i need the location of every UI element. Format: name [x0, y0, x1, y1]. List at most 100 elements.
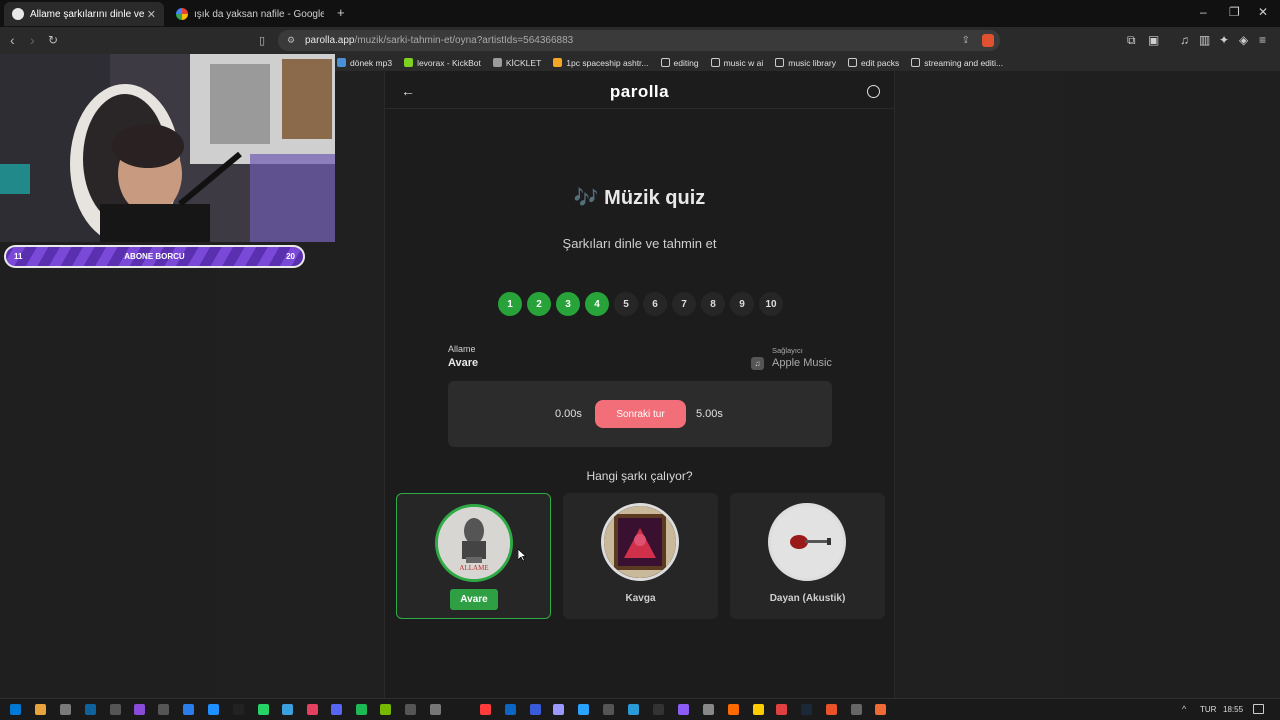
bookmark-folder[interactable]: music library — [775, 58, 836, 68]
taskbar-app-icon[interactable] — [753, 704, 764, 715]
taskbar-app-icon[interactable] — [578, 704, 589, 715]
taskbar-app-icon[interactable] — [430, 704, 441, 715]
bookmark-icon[interactable]: ▯ — [259, 34, 265, 47]
quiz-app: ← parolla 🎶 Müzik quiz Şarkıları dinle v… — [384, 71, 895, 698]
taskbar-app-icon[interactable] — [776, 704, 787, 715]
taskbar-app-icon[interactable] — [653, 704, 664, 715]
folder-icon — [775, 58, 785, 67]
taskbar-app-icon[interactable] — [703, 704, 714, 715]
taskbar-app-icon[interactable] — [801, 704, 812, 715]
taskbar-app-icon[interactable] — [282, 704, 293, 715]
bookmark-favicon-icon — [337, 58, 346, 67]
app-header: ← parolla — [385, 71, 894, 109]
taskbar-app-icon[interactable] — [603, 704, 614, 715]
round-2: 2 — [527, 292, 551, 316]
bookmark-item[interactable]: KİCKLET — [492, 58, 541, 68]
extensions-icon[interactable]: ⧉ — [1127, 33, 1136, 48]
sidebar-icon[interactable]: ▥ — [1199, 33, 1210, 47]
webcam-image — [0, 54, 335, 242]
bookmark-folder[interactable]: edit packs — [847, 58, 899, 68]
answer-option-avare[interactable]: ALLAME Avare — [396, 493, 551, 619]
subscriber-goal-bar: 11 ABONE BORCU 20 — [4, 245, 305, 268]
taskbar-app-icon[interactable] — [85, 704, 96, 715]
minimize-icon[interactable]: – — [1200, 5, 1207, 19]
taskbar-app-icon[interactable] — [480, 704, 491, 715]
taskbar-app-icon[interactable] — [505, 704, 516, 715]
taskbar-app-icon[interactable] — [183, 704, 194, 715]
tab-allame[interactable]: Allame şarkılarını dinle ve tahmin ✕ — [4, 2, 164, 26]
provider-name[interactable]: Apple Music — [772, 357, 832, 369]
reload-icon[interactable]: ↻ — [48, 33, 58, 47]
notification-icon[interactable] — [1253, 704, 1264, 714]
back-icon[interactable]: ‹ — [10, 32, 15, 48]
taskbar-app-icon[interactable] — [331, 704, 342, 715]
new-tab-icon[interactable]: + — [337, 5, 345, 20]
bookmark-item[interactable]: 1pc spaceship ashtr... — [553, 58, 649, 68]
goal-target: 20 — [286, 252, 295, 261]
round-9: 9 — [730, 292, 754, 316]
tab-google[interactable]: ışık da yaksan nafile - Google'da Ara — [168, 2, 332, 26]
share-icon[interactable]: ⇪ — [962, 35, 970, 46]
taskbar-app-icon[interactable] — [208, 704, 219, 715]
media-icon[interactable]: ♫ — [1180, 33, 1189, 47]
menu-icon[interactable]: ≡ — [1259, 33, 1266, 47]
close-window-icon[interactable]: ✕ — [1258, 5, 1268, 19]
site-info-icon[interactable]: ⚙ — [287, 35, 295, 46]
taskbar-app-icon[interactable] — [851, 704, 862, 715]
url-input[interactable]: ⚙ parolla.app/muzik/sarki-tahmin-et/oyna… — [278, 30, 1000, 51]
close-icon[interactable]: ✕ — [147, 8, 156, 21]
wallet-icon[interactable]: ▣ — [1148, 33, 1159, 47]
language-indicator[interactable]: TUR — [1200, 705, 1216, 714]
taskbar-app-icon[interactable] — [60, 704, 71, 715]
bookmarks-bar: dönek mp3 levorax - KickBot KİCKLET 1pc … — [335, 54, 1280, 71]
taskbar-app-icon[interactable] — [530, 704, 541, 715]
taskbar-app-icon[interactable] — [553, 704, 564, 715]
round-1: 1 — [498, 292, 522, 316]
taskbar-app-icon[interactable] — [826, 704, 837, 715]
bookmark-folder[interactable]: editing — [660, 58, 699, 68]
answer-option-dayan[interactable]: Dayan (Akustik) — [730, 493, 885, 619]
taskbar-app-icon[interactable] — [678, 704, 689, 715]
next-round-button[interactable]: Sonraki tur — [595, 400, 686, 428]
apple-music-icon: ♫ — [751, 357, 764, 370]
leo-icon[interactable]: ✦ — [1219, 33, 1229, 47]
profile-icon[interactable] — [867, 85, 880, 98]
bookmark-folder[interactable]: music w ai — [710, 58, 763, 68]
taskbar-app-icon[interactable] — [134, 704, 145, 715]
windows-start-icon[interactable] — [10, 704, 21, 715]
bookmark-favicon-icon — [553, 58, 563, 67]
answer-option-kavga[interactable]: Kavga — [563, 493, 718, 619]
time-end: 5.00s — [696, 408, 723, 420]
bookmark-folder[interactable]: streaming and editi... — [911, 58, 1003, 68]
taskbar-app-icon[interactable] — [110, 704, 121, 715]
url-path: /muzik/sarki-tahmin-et/oyna?artistIds=56… — [354, 35, 574, 46]
taskbar-app-icon[interactable] — [307, 704, 318, 715]
folder-icon — [847, 58, 857, 67]
google-favicon-icon — [176, 8, 188, 20]
folder-icon — [710, 58, 720, 67]
taskbar-app-icon[interactable] — [258, 704, 269, 715]
taskbar-app-icon[interactable] — [35, 704, 46, 715]
taskbar-app-icon[interactable] — [875, 704, 886, 715]
vpn-icon[interactable]: ◈ — [1239, 33, 1248, 47]
bookmark-item[interactable]: levorax - KickBot — [404, 58, 481, 68]
taskbar-app-icon[interactable] — [158, 704, 169, 715]
tray-chevron-icon[interactable]: ^ — [1182, 704, 1186, 714]
kickbot-icon — [404, 58, 414, 67]
maximize-icon[interactable]: ❐ — [1229, 5, 1240, 19]
round-8: 8 — [701, 292, 725, 316]
brave-shield-icon[interactable] — [982, 34, 994, 47]
site-logo[interactable]: parolla — [385, 82, 894, 102]
taskbar-app-icon[interactable] — [380, 704, 391, 715]
clock[interactable]: 18:55 — [1223, 705, 1243, 714]
taskbar-app-icon[interactable] — [405, 704, 416, 715]
round-10: 10 — [759, 292, 783, 316]
taskbar-app-icon[interactable] — [233, 704, 244, 715]
taskbar-app-icon[interactable] — [628, 704, 639, 715]
webcam-overlay — [0, 54, 335, 242]
folder-icon — [911, 58, 921, 67]
bookmark-item[interactable]: dönek mp3 — [337, 58, 392, 68]
taskbar-app-icon[interactable] — [356, 704, 367, 715]
taskbar-app-icon[interactable] — [728, 704, 739, 715]
forward-icon[interactable]: › — [30, 32, 35, 48]
